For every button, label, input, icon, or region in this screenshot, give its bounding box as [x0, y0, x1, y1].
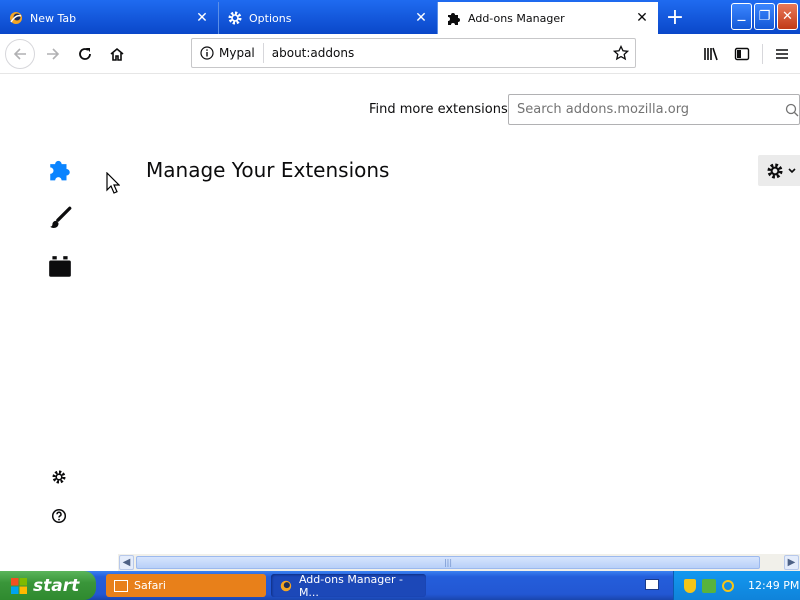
close-icon[interactable]: ✕	[413, 10, 429, 26]
clock: 12:49 PM	[748, 579, 800, 592]
taskbar-item-safari[interactable]: Safari	[106, 574, 266, 597]
scrollbar-thumb[interactable]: |||	[136, 556, 760, 569]
home-button[interactable]	[103, 40, 131, 68]
minimize-icon: —	[737, 15, 746, 26]
keyboard-icon[interactable]	[645, 579, 659, 590]
horizontal-scrollbar[interactable]: ◀ ||| ▶	[118, 554, 800, 571]
addons-search-input[interactable]: Search addons.mozilla.org	[508, 94, 800, 125]
chevron-down-icon	[788, 167, 796, 173]
find-more-label: Find more extensions	[369, 102, 508, 117]
hamburger-icon	[776, 49, 788, 59]
taskbar-item-label: Add-ons Manager - M...	[298, 572, 404, 599]
taskbar-item-add-ons-manager[interactable]: Add-ons Manager - M...	[271, 572, 426, 599]
scroll-left-arrow[interactable]: ◀	[119, 555, 134, 570]
url-bar[interactable]: Mypal about:addons	[191, 38, 636, 68]
tab-label: New Tab	[30, 11, 77, 25]
firefox-icon	[280, 580, 292, 591]
system-tray: 12:49 PM	[673, 571, 800, 600]
tab-new-tab[interactable]: New Tab ✕	[0, 2, 219, 34]
tab-label: Add-ons Manager	[468, 11, 565, 25]
library-button[interactable]	[697, 40, 725, 68]
forward-button[interactable]	[39, 40, 67, 68]
gear-icon	[767, 162, 783, 179]
addon-tools-button[interactable]	[758, 155, 800, 186]
tab-add-ons-manager[interactable]: Add-ons Manager ✕	[438, 2, 658, 34]
close-icon[interactable]: ✕	[634, 10, 650, 26]
reload-icon	[79, 48, 91, 60]
windows-logo-icon	[11, 577, 27, 594]
restore-button[interactable]: ❐	[754, 3, 775, 30]
firefox-icon	[8, 10, 24, 26]
forward-arrow-icon	[47, 48, 60, 60]
app-window-icon	[114, 579, 128, 592]
info-icon	[200, 46, 214, 60]
sidebar-button[interactable]	[728, 40, 756, 68]
close-icon[interactable]: ✕	[194, 10, 210, 26]
start-label: start	[33, 575, 80, 596]
identity-label: Mypal	[219, 46, 255, 60]
close-icon: ✕	[782, 9, 793, 24]
site-identity[interactable]: Mypal	[192, 43, 264, 63]
bookmark-star-icon[interactable]	[607, 45, 635, 61]
restore-icon: ❐	[758, 9, 771, 24]
category-plugins[interactable]	[46, 253, 74, 281]
start-button[interactable]: start	[0, 571, 96, 600]
gear-icon	[52, 470, 66, 484]
home-icon	[110, 47, 124, 61]
taskbar: start Safari Add-ons Manager - M... 12:4…	[0, 571, 800, 600]
brush-icon	[50, 206, 72, 229]
back-arrow-icon	[13, 48, 26, 60]
category-themes[interactable]	[46, 204, 74, 232]
category-extensions[interactable]	[46, 155, 74, 183]
addons-manager-content	[0, 74, 800, 554]
toolbar-separator	[762, 44, 763, 64]
search-placeholder: Search addons.mozilla.org	[517, 102, 690, 117]
puzzle-icon	[50, 160, 70, 181]
network-icon[interactable]	[702, 578, 716, 593]
close-window-button[interactable]: ✕	[777, 3, 798, 30]
taskbar-item-label: Safari	[134, 579, 166, 592]
addon-support-button[interactable]	[45, 502, 73, 530]
addon-options-button[interactable]	[45, 463, 73, 491]
search-icon	[785, 103, 799, 116]
new-tab-button[interactable]: +	[660, 2, 690, 32]
library-icon	[704, 47, 718, 61]
help-icon	[51, 508, 67, 524]
sidebar-icon	[734, 47, 750, 61]
tab-strip: New Tab ✕ Options ✕ Add-ons Manager ✕ + …	[0, 0, 800, 34]
menu-button[interactable]	[768, 40, 796, 68]
back-button[interactable]	[5, 39, 35, 69]
page-title: Manage Your Extensions	[146, 158, 390, 182]
tab-options[interactable]: Options ✕	[219, 2, 438, 34]
search-icon[interactable]	[722, 579, 734, 592]
reload-button[interactable]	[71, 40, 99, 68]
tab-label: Options	[249, 11, 292, 25]
scroll-right-arrow[interactable]: ▶	[784, 555, 799, 570]
mouse-cursor-icon	[106, 171, 121, 197]
navigation-toolbar: Mypal about:addons	[0, 34, 800, 74]
gear-icon	[227, 10, 243, 26]
puzzle-icon	[446, 10, 462, 26]
minimize-button[interactable]: —	[731, 3, 752, 30]
plugin-block-icon	[49, 256, 71, 277]
url-text[interactable]: about:addons	[264, 46, 607, 60]
security-shield-icon[interactable]	[684, 578, 696, 593]
